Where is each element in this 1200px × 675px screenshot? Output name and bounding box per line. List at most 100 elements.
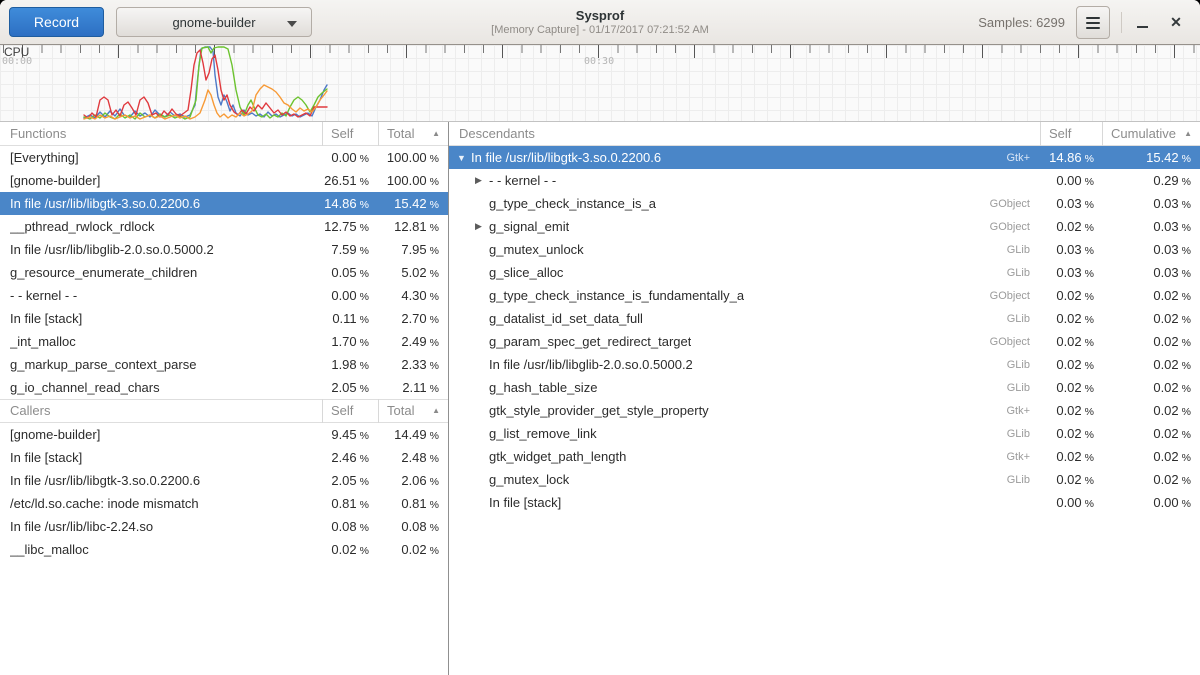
column-header-total-label: Total (387, 122, 414, 146)
descendant-name: g_slice_allocGLib (449, 265, 1040, 280)
descendant-name: In file [stack] (449, 495, 1040, 510)
table-row[interactable]: In file [stack]2.46%2.48% (0, 446, 448, 469)
tree-row[interactable]: gtk_style_provider_get_style_propertyGtk… (449, 399, 1200, 422)
close-icon: ✕ (1170, 14, 1182, 31)
descendant-name: g_hash_table_sizeGLib (449, 380, 1040, 395)
table-row[interactable]: In file /usr/lib/libglib-2.0.so.0.5000.2… (0, 238, 448, 261)
callers-rows: [gnome-builder]9.45%14.49%In file [stack… (0, 423, 448, 561)
column-header-total[interactable]: Total ▲ (378, 122, 448, 146)
library-tag: GLib (1007, 428, 1040, 440)
tree-row[interactable]: gtk_widget_path_lengthGtk+0.02%0.02% (449, 445, 1200, 468)
function-name: /etc/ld.so.cache: inode mismatch (0, 496, 322, 511)
sysprof-window: Record gnome-builder Sysprof [Memory Cap… (0, 0, 1200, 675)
table-row[interactable]: g_markup_parse_context_parse1.98%2.33% (0, 353, 448, 376)
table-row[interactable]: [gnome-builder]9.45%14.49% (0, 423, 448, 446)
table-row[interactable]: [gnome-builder]26.51%100.00% (0, 169, 448, 192)
tree-row[interactable]: g_param_spec_get_redirect_targetGObject0… (449, 330, 1200, 353)
table-row[interactable]: In file /usr/lib/libgtk-3.so.0.2200.62.0… (0, 469, 448, 492)
capture-subtitle: [Memory Capture] - 01/17/2017 07:21:52 A… (491, 23, 709, 37)
table-row[interactable]: - - kernel - -0.00%4.30% (0, 284, 448, 307)
table-row[interactable]: In file /usr/lib/libgtk-3.so.0.2200.614.… (0, 192, 448, 215)
function-name: _int_malloc (0, 334, 322, 349)
descendant-name: g_mutex_lockGLib (449, 472, 1040, 487)
expander-open-icon[interactable]: ▼ (457, 153, 471, 163)
time-label: 00:00 (2, 56, 32, 67)
close-button[interactable]: ✕ (1158, 0, 1194, 45)
table-row[interactable]: [Everything]0.00%100.00% (0, 146, 448, 169)
tree-row[interactable]: g_list_remove_linkGLib0.02%0.02% (449, 422, 1200, 445)
sort-ascending-icon: ▲ (432, 399, 440, 423)
sort-ascending-icon: ▲ (1184, 122, 1192, 146)
library-tag: GObject (990, 198, 1040, 210)
table-row[interactable]: /etc/ld.so.cache: inode mismatch0.81%0.8… (0, 492, 448, 515)
tree-row[interactable]: g_type_check_instance_is_fundamentally_a… (449, 284, 1200, 307)
tree-row[interactable]: g_mutex_lockGLib0.02%0.02% (449, 468, 1200, 491)
function-name: g_io_channel_read_chars (0, 380, 322, 395)
library-tag: GObject (990, 336, 1040, 348)
menu-button[interactable] (1076, 6, 1110, 39)
table-row[interactable]: g_io_channel_read_chars2.05%2.11% (0, 376, 448, 399)
column-header-self[interactable]: Self (322, 399, 378, 423)
table-row[interactable]: __pthread_rwlock_rdlock12.75%12.81% (0, 215, 448, 238)
record-button[interactable]: Record (9, 7, 104, 37)
left-panels: Functions Self Total ▲ [Everything]0.00%… (0, 122, 449, 675)
library-tag: GLib (1007, 359, 1040, 371)
expander-closed-icon[interactable]: ▶ (475, 175, 489, 186)
library-tag: GLib (1007, 382, 1040, 394)
column-header-functions[interactable]: Functions (0, 122, 322, 146)
hamburger-icon (1086, 17, 1100, 29)
table-row[interactable]: In file [stack]0.11%2.70% (0, 307, 448, 330)
table-row[interactable]: g_resource_enumerate_children0.05%5.02% (0, 261, 448, 284)
library-tag: GObject (990, 290, 1040, 302)
descendant-name: ▶g_signal_emitGObject (449, 219, 1040, 234)
tree-row[interactable]: g_mutex_unlockGLib0.03%0.03% (449, 238, 1200, 261)
function-name: g_resource_enumerate_children (0, 265, 322, 280)
function-name: In file /usr/lib/libgtk-3.so.0.2200.6 (0, 196, 322, 211)
descendant-name: ▶- - kernel - - (449, 173, 1040, 188)
function-name: [gnome-builder] (0, 427, 322, 442)
functions-panel: Functions Self Total ▲ [Everything]0.00%… (0, 122, 448, 399)
table-row[interactable]: _int_malloc1.70%2.49% (0, 330, 448, 353)
function-name: In file /usr/lib/libglib-2.0.so.0.5000.2 (0, 242, 322, 257)
main-area: Functions Self Total ▲ [Everything]0.00%… (0, 122, 1200, 675)
library-tag: GObject (990, 221, 1040, 233)
descendant-name: g_list_remove_linkGLib (449, 426, 1040, 441)
tree-row[interactable]: g_type_check_instance_is_aGObject0.03%0.… (449, 192, 1200, 215)
cpu-graph[interactable]: CPU 00:0000:30 (0, 45, 1200, 122)
library-tag: GLib (1007, 313, 1040, 325)
tree-row[interactable]: g_datalist_id_set_data_fullGLib0.02%0.02… (449, 307, 1200, 330)
tree-row[interactable]: ▶- - kernel - -0.00%0.29% (449, 169, 1200, 192)
expander-closed-icon[interactable]: ▶ (475, 221, 489, 232)
column-header-total[interactable]: Total ▲ (378, 399, 448, 423)
minimize-button[interactable] (1124, 0, 1160, 45)
column-header-cumulative-label: Cumulative (1111, 122, 1176, 146)
library-tag: Gtk+ (1006, 405, 1040, 417)
tree-row[interactable]: In file [stack]0.00%0.00% (449, 491, 1200, 514)
column-header-cumulative[interactable]: Cumulative ▲ (1102, 122, 1200, 146)
function-name: In file /usr/lib/libgtk-3.so.0.2200.6 (0, 473, 322, 488)
column-header-total-label: Total (387, 399, 414, 423)
samples-count: Samples: 6299 (978, 0, 1065, 45)
tree-row[interactable]: In file /usr/lib/libglib-2.0.so.0.5000.2… (449, 353, 1200, 376)
descendants-panel: Descendants Self Cumulative ▲ ▼In file /… (449, 122, 1200, 514)
tree-row[interactable]: ▶g_signal_emitGObject0.02%0.03% (449, 215, 1200, 238)
descendants-header: Descendants Self Cumulative ▲ (449, 122, 1200, 146)
tree-row[interactable]: g_slice_allocGLib0.03%0.03% (449, 261, 1200, 284)
process-selector[interactable]: gnome-builder (116, 7, 312, 37)
function-name: In file [stack] (0, 311, 322, 326)
chevron-down-icon (287, 21, 297, 27)
column-header-self[interactable]: Self (1040, 122, 1102, 146)
descendant-name: gtk_style_provider_get_style_propertyGtk… (449, 403, 1040, 418)
descendant-name: In file /usr/lib/libglib-2.0.so.0.5000.2… (449, 357, 1040, 372)
column-header-self[interactable]: Self (322, 122, 378, 146)
table-row[interactable]: In file /usr/lib/libc-2.24.so0.08%0.08% (0, 515, 448, 538)
function-name: In file /usr/lib/libc-2.24.so (0, 519, 322, 534)
tree-row[interactable]: g_hash_table_sizeGLib0.02%0.02% (449, 376, 1200, 399)
tree-row[interactable]: ▼In file /usr/lib/libgtk-3.so.0.2200.6Gt… (449, 146, 1200, 169)
library-tag: GLib (1007, 244, 1040, 256)
table-row[interactable]: __libc_malloc0.02%0.02% (0, 538, 448, 561)
column-header-descendants[interactable]: Descendants (449, 122, 1040, 146)
function-name: [Everything] (0, 150, 322, 165)
column-header-callers[interactable]: Callers (0, 399, 322, 423)
headerbar-separator (1121, 12, 1122, 33)
